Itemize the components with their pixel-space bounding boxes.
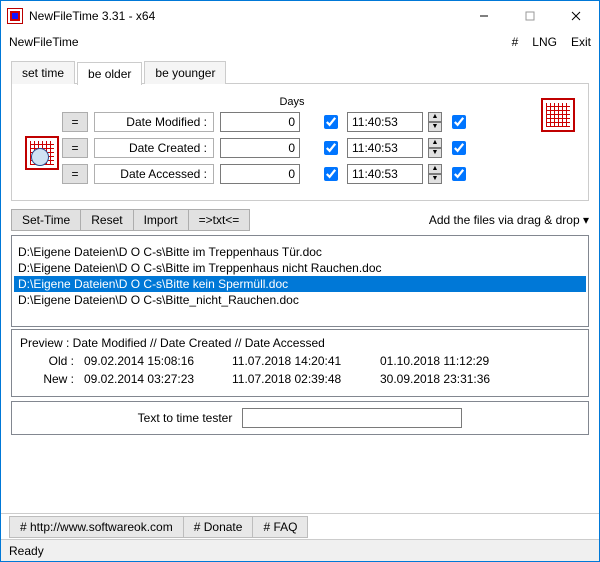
time-spinner-created[interactable]: ▲▼ <box>428 138 442 158</box>
menu-exit[interactable]: Exit <box>571 35 591 49</box>
time-input-accessed[interactable]: 11:40:53 <box>347 164 423 184</box>
list-item[interactable]: D:\Eigene Dateien\D O C-s\Bitte kein Spe… <box>14 276 586 292</box>
status-bar: Ready <box>1 539 599 561</box>
eq-button-modified[interactable]: = <box>62 112 88 132</box>
row-created: = Date Created : 11:40:53 ▲▼ <box>62 138 538 158</box>
status-text: Ready <box>9 544 44 558</box>
row-accessed: = Date Accessed : 11:40:53 ▲▼ <box>62 164 538 184</box>
old-label: Old : <box>20 354 76 368</box>
content-area: set time be older be younger Days = Date… <box>1 53 599 513</box>
dragdrop-menu[interactable]: Add the files via drag & drop ▾ <box>429 213 589 227</box>
window-title: NewFileTime 3.31 - x64 <box>29 9 461 23</box>
list-item[interactable]: D:\Eigene Dateien\D O C-s\Bitte im Trepp… <box>14 244 586 260</box>
menu-hash[interactable]: # <box>512 35 519 49</box>
row-modified: = Date Modified : 11:40:53 ▲▼ <box>62 112 538 132</box>
check-accessed-left[interactable] <box>324 167 338 181</box>
new-modified: 09.02.2014 03:27:23 <box>84 372 224 386</box>
preview-header: Preview : Date Modified // Date Created … <box>20 336 325 350</box>
menu-lng[interactable]: LNG <box>532 35 557 49</box>
days-input-created[interactable] <box>220 138 300 158</box>
donate-link[interactable]: # Donate <box>183 516 254 538</box>
tab-be-older[interactable]: be older <box>77 62 142 85</box>
check-modified-right[interactable] <box>452 115 466 129</box>
tab-be-younger[interactable]: be younger <box>144 61 226 84</box>
tester-panel: Text to time tester <box>11 401 589 435</box>
tabs: set time be older be younger <box>11 61 589 84</box>
list-item[interactable]: D:\Eigene Dateien\D O C-s\Bitte im Trepp… <box>14 260 586 276</box>
new-label: New : <box>20 372 76 386</box>
days-input-modified[interactable] <box>220 112 300 132</box>
faq-link[interactable]: # FAQ <box>252 516 308 538</box>
txt-button[interactable]: =>txt<= <box>188 209 251 231</box>
check-accessed-right[interactable] <box>452 167 466 181</box>
app-window: NewFileTime 3.31 - x64 NewFileTime # LNG… <box>0 0 600 562</box>
label-created: Date Created : <box>94 138 214 158</box>
time-spinner-modified[interactable]: ▲▼ <box>428 112 442 132</box>
eq-button-created[interactable]: = <box>62 138 88 158</box>
new-created: 11.07.2018 02:39:48 <box>232 372 372 386</box>
toolbar: Set-Time Reset Import =>txt<= Add the fi… <box>11 209 589 231</box>
days-header: Days <box>252 96 332 108</box>
site-link[interactable]: # http://www.softwareok.com <box>9 516 184 538</box>
reset-button[interactable]: Reset <box>80 209 133 231</box>
eq-button-accessed[interactable]: = <box>62 164 88 184</box>
time-spinner-accessed[interactable]: ▲▼ <box>428 164 442 184</box>
maximize-button[interactable] <box>507 1 553 31</box>
list-item[interactable]: D:\Eigene Dateien\D O C-s\Bitte_nicht_Ra… <box>14 292 586 308</box>
time-input-modified[interactable]: 11:40:53 <box>347 112 423 132</box>
preview-panel: Preview : Date Modified // Date Created … <box>11 329 589 397</box>
label-accessed: Date Accessed : <box>94 164 214 184</box>
menu-app[interactable]: NewFileTime <box>9 35 79 49</box>
minimize-button[interactable] <box>461 1 507 31</box>
old-modified: 09.02.2014 15:08:16 <box>84 354 224 368</box>
import-button[interactable]: Import <box>133 209 189 231</box>
old-created: 11.07.2018 14:20:41 <box>232 354 372 368</box>
time-input-created[interactable]: 11:40:53 <box>347 138 423 158</box>
check-created-left[interactable] <box>324 141 338 155</box>
titlebar: NewFileTime 3.31 - x64 <box>1 1 599 31</box>
window-buttons <box>461 1 599 31</box>
menubar: NewFileTime # LNG Exit <box>1 31 599 53</box>
tab-set-time[interactable]: set time <box>11 61 75 84</box>
clock-grid-icon[interactable] <box>25 136 59 170</box>
close-button[interactable] <box>553 1 599 31</box>
file-list[interactable]: D:\Eigene Dateien\D O C-s\Bitte im Trepp… <box>11 235 589 327</box>
label-modified: Date Modified : <box>94 112 214 132</box>
set-time-button[interactable]: Set-Time <box>11 209 81 231</box>
check-created-right[interactable] <box>452 141 466 155</box>
tab-panel: Days = Date Modified : 11:40:53 ▲▼ = <box>11 83 589 201</box>
tester-input[interactable] <box>242 408 462 428</box>
grid-icon[interactable] <box>541 98 575 132</box>
days-input-accessed[interactable] <box>220 164 300 184</box>
bottom-bar: # http://www.softwareok.com # Donate # F… <box>1 513 599 539</box>
old-accessed: 01.10.2018 11:12:29 <box>380 354 520 368</box>
new-accessed: 30.09.2018 23:31:36 <box>380 372 520 386</box>
tester-label: Text to time tester <box>138 411 233 425</box>
app-icon <box>7 8 23 24</box>
check-modified-left[interactable] <box>324 115 338 129</box>
